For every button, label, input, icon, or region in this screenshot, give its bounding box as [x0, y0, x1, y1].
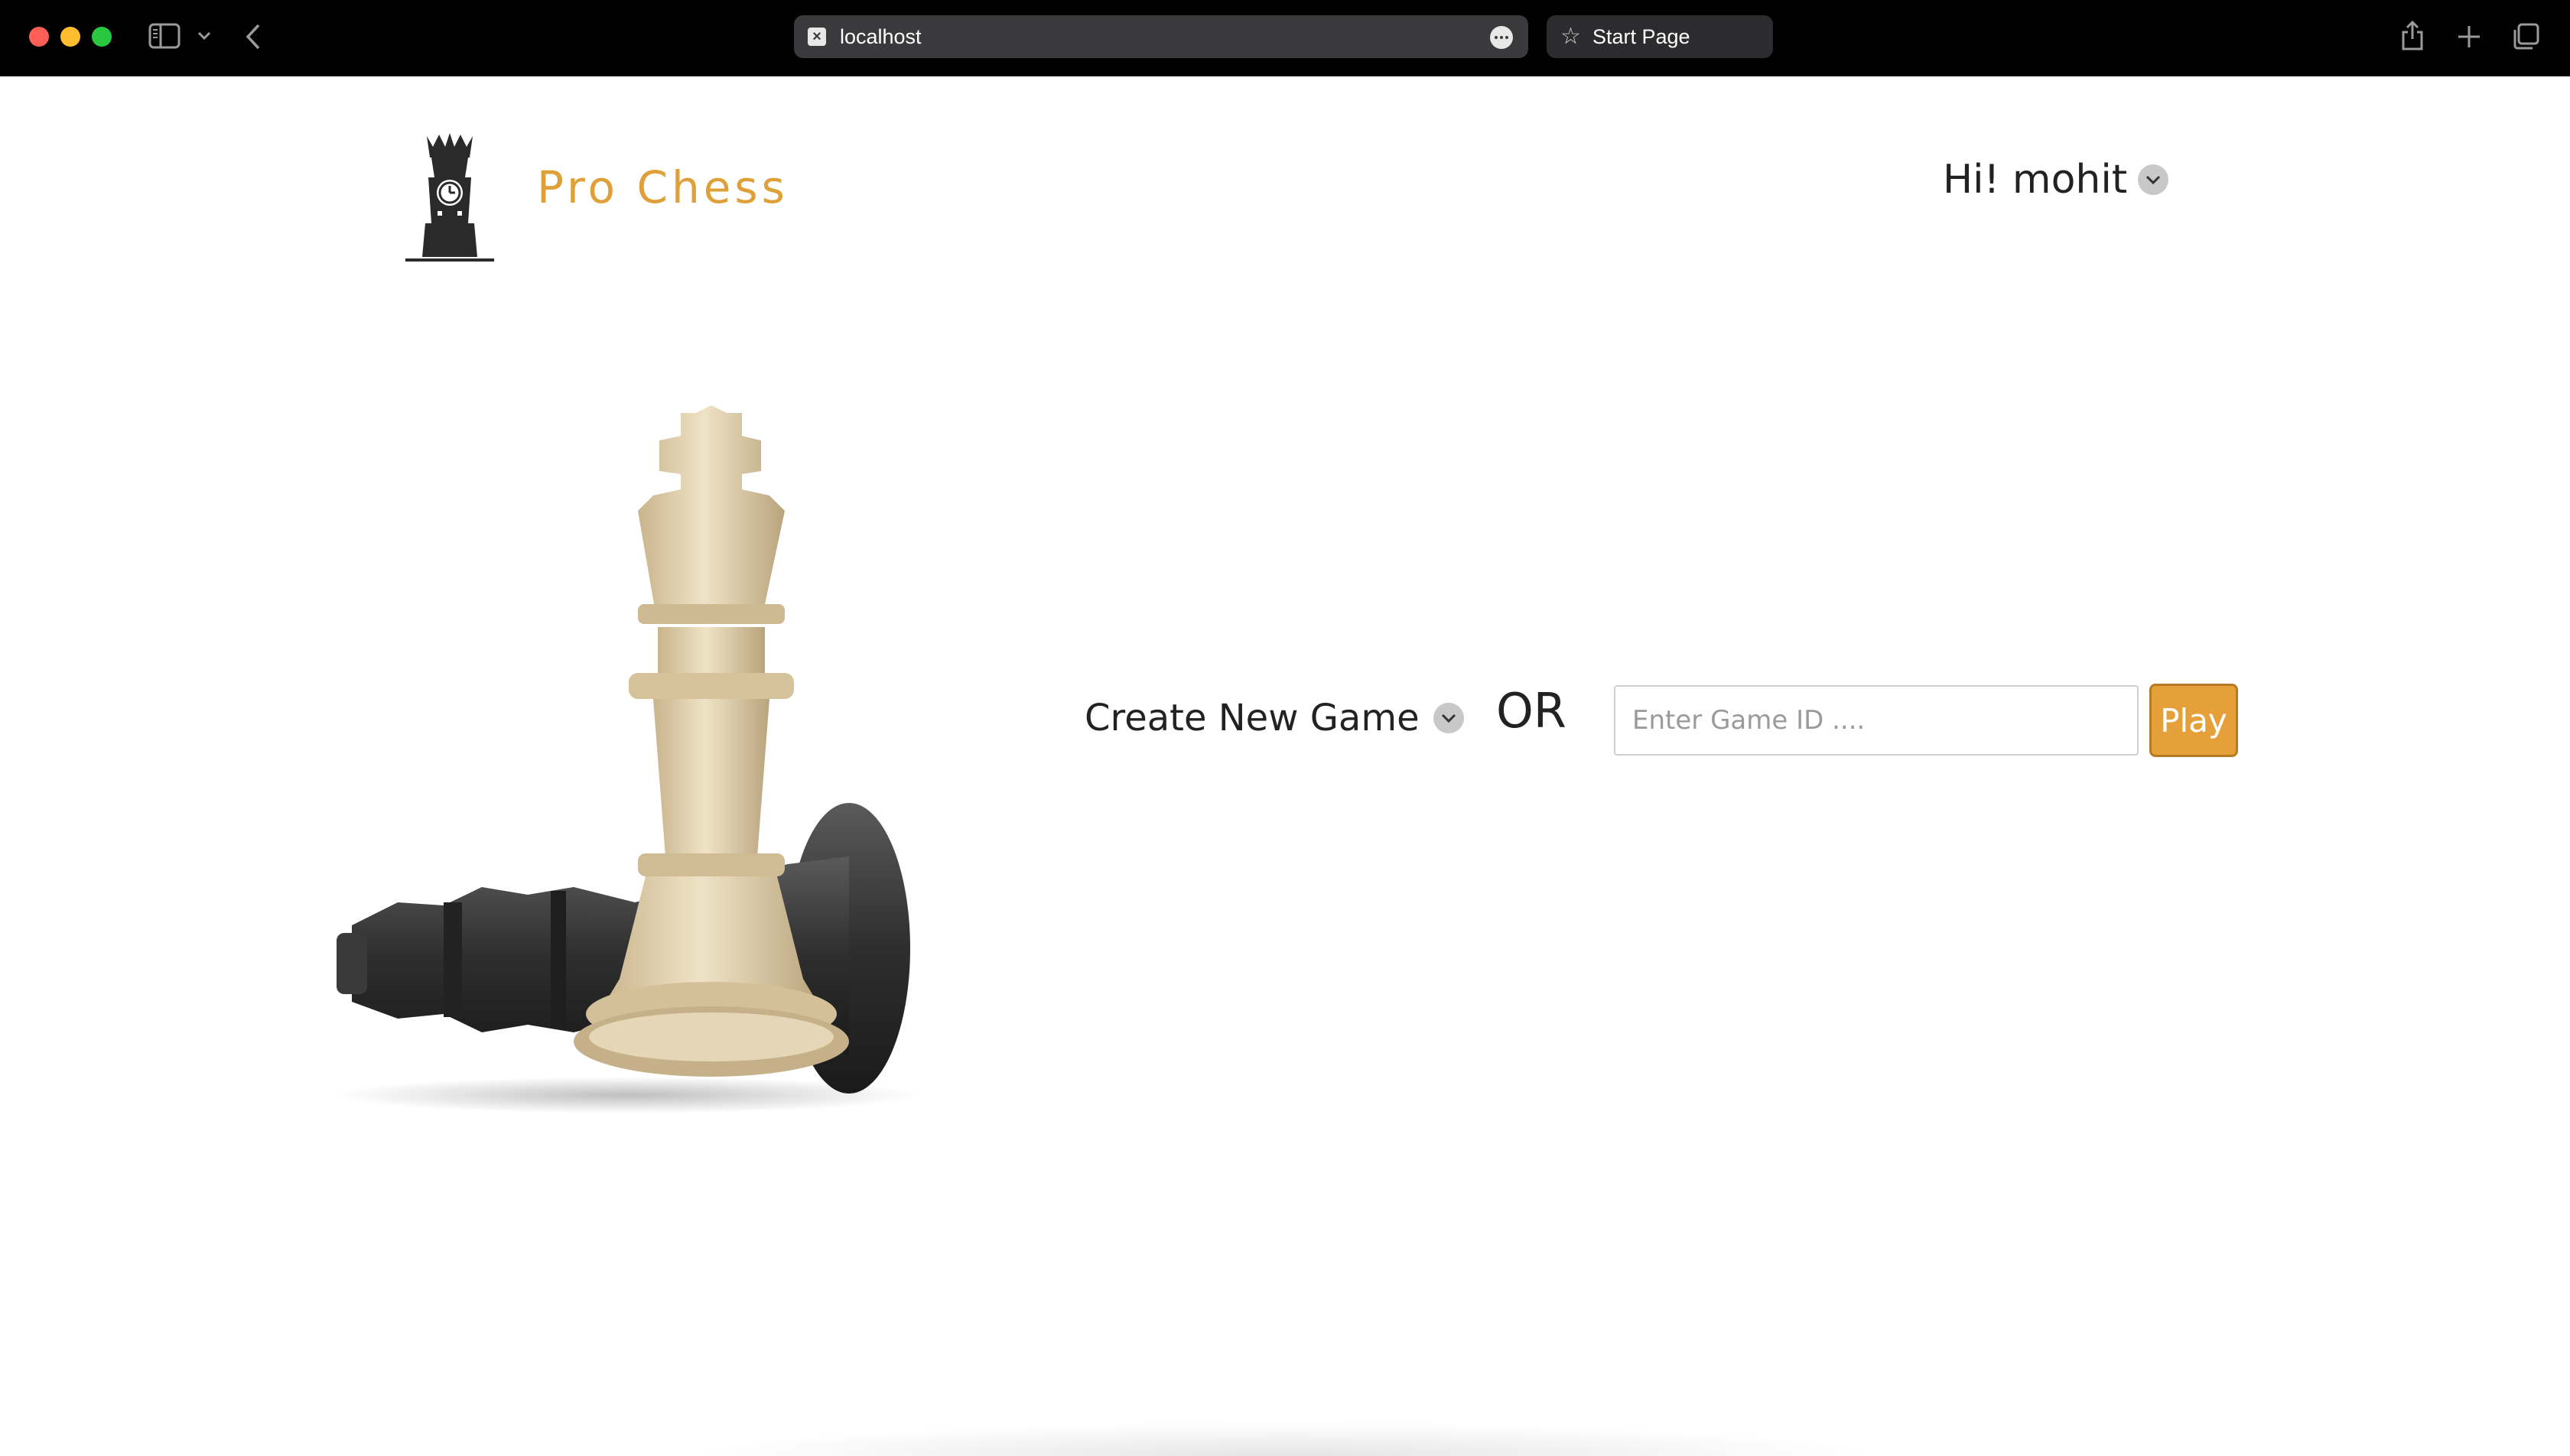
sidebar-chevron-down-icon[interactable]	[194, 26, 214, 46]
bottom-shadow	[688, 1422, 1882, 1456]
share-icon[interactable]	[2399, 18, 2426, 52]
brand-name[interactable]: Pro Chess	[537, 161, 789, 214]
address-text: localhost	[840, 25, 922, 48]
create-new-game-dropdown[interactable]: Create New Game	[1085, 691, 1464, 745]
user-greeting: Hi! mohit	[1943, 157, 2128, 203]
create-new-game-label: Create New Game	[1085, 697, 1420, 739]
sidebar-toggle-icon[interactable]	[148, 23, 181, 49]
page-content: Pro Chess Hi! mohit Create New Game OR E…	[0, 76, 2570, 1456]
minimize-window-button[interactable]	[60, 27, 80, 47]
browser-toolbar: × localhost ☆ Start Page	[0, 0, 2570, 76]
play-button[interactable]: Play	[2149, 684, 2238, 757]
or-separator: OR	[1496, 683, 1566, 739]
start-page-tab[interactable]: ☆ Start Page	[1547, 15, 1773, 58]
user-menu[interactable]: Hi! mohit	[1943, 153, 2169, 206]
close-window-button[interactable]	[29, 27, 49, 47]
chevron-down-icon	[2138, 164, 2169, 195]
zoom-window-button[interactable]	[92, 27, 112, 47]
back-icon[interactable]	[242, 21, 265, 52]
site-favicon-icon: ×	[808, 28, 826, 46]
new-tab-icon[interactable]	[2454, 21, 2484, 52]
chevron-down-icon	[1433, 703, 1464, 733]
chess-kings-hero-image	[329, 398, 941, 1132]
star-icon: ☆	[1560, 24, 1581, 49]
tab-overview-icon[interactable]	[2510, 21, 2541, 52]
address-bar[interactable]: × localhost	[794, 15, 1528, 58]
more-options-icon[interactable]	[1490, 26, 1513, 49]
rook-clock-logo-icon[interactable]	[404, 132, 496, 263]
game-id-input[interactable]	[1614, 685, 2139, 756]
start-page-tab-label: Start Page	[1592, 25, 1690, 48]
